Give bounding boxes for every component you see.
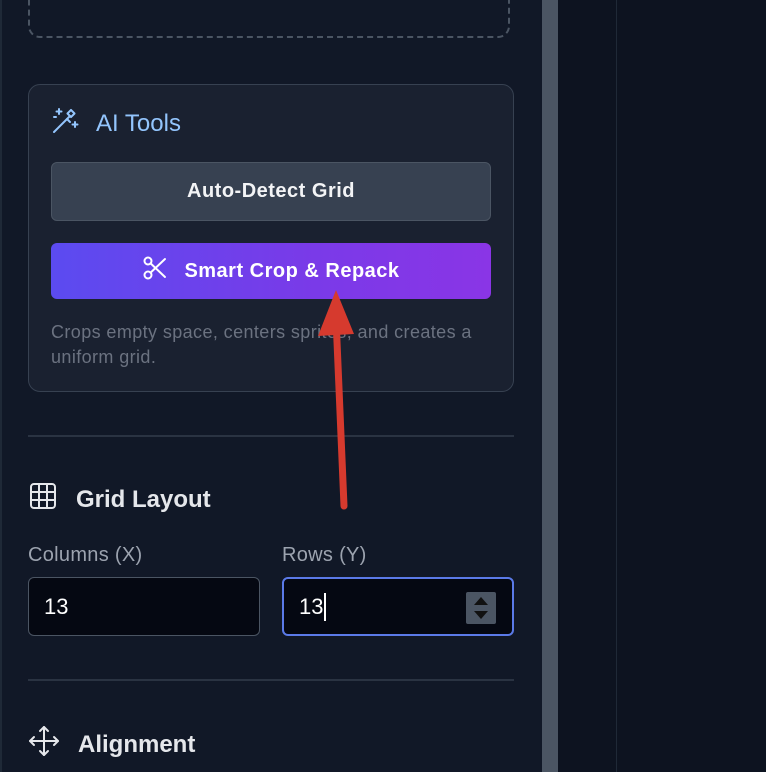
columns-input[interactable]: 13 (28, 577, 260, 636)
ai-tools-description: Crops empty space, centers sprites, and … (51, 322, 472, 367)
rows-label: Rows (Y) (282, 544, 367, 566)
grid-layout-header: Grid Layout (28, 481, 211, 518)
grid-icon (28, 481, 58, 518)
alignment-title: Alignment (78, 730, 196, 758)
section-divider (28, 435, 514, 437)
rows-value: 13 (299, 593, 324, 619)
grid-layout-title: Grid Layout (76, 485, 211, 513)
text-caret (324, 592, 327, 621)
stepper-down-arrow (474, 611, 488, 619)
scissors-icon (142, 255, 168, 287)
smart-crop-repack-button[interactable]: Smart Crop & Repack (51, 243, 491, 299)
auto-detect-grid-label: Auto-Detect Grid (187, 180, 355, 202)
canvas-area (558, 0, 766, 772)
smart-crop-repack-label: Smart Crop & Repack (184, 259, 400, 282)
ai-tools-header: AI Tools (50, 106, 181, 143)
ai-tools-title: AI Tools (96, 110, 181, 137)
columns-label: Columns (X) (28, 544, 143, 566)
alignment-header: Alignment (28, 725, 195, 764)
rows-input[interactable]: 13 (282, 577, 514, 636)
sidebar-scrollbar[interactable] (542, 0, 558, 772)
columns-value: 13 (44, 593, 69, 619)
rows-stepper[interactable] (466, 592, 496, 624)
magic-wand-icon (50, 106, 80, 143)
move-icon (28, 725, 60, 764)
stepper-up-arrow (474, 597, 488, 605)
auto-detect-grid-button[interactable]: Auto-Detect Grid (51, 162, 491, 221)
upload-dropzone[interactable] (28, 0, 510, 38)
canvas-grid-line (616, 0, 617, 772)
section-divider (28, 679, 514, 681)
